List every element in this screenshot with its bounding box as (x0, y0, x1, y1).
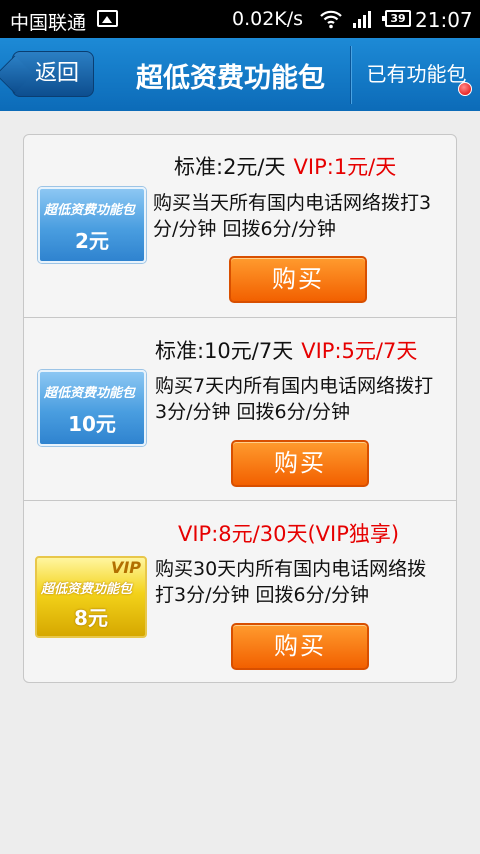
standard-price: 标准:10元/7天 (155, 339, 294, 363)
carrier-name: 中国联通 (10, 12, 87, 34)
buy-button[interactable]: 购买 (231, 623, 369, 670)
vip-price: VIP:8元/30天(VIP独享) (178, 522, 400, 546)
network-speed: 0.02K/s (232, 8, 304, 30)
vip-price: VIP:1元/天 (293, 155, 397, 179)
package-card-image: 超低资费功能包 10元 (38, 370, 146, 446)
vip-price: VIP:5元/7天 (301, 339, 418, 363)
card-value: 2元 (75, 229, 109, 253)
battery-icon: 39 (382, 10, 411, 27)
package-card-image: VIP 超低资费功能包 8元 (35, 556, 147, 638)
package-item: 标准:10元/7天 VIP:5元/7天 超低资费功能包 10元 购买7天内所有国内… (24, 317, 456, 500)
page-title: 超低资费功能包 (136, 63, 325, 94)
package-card-image: 超低资费功能包 2元 (38, 187, 146, 263)
package-price: 标准:2元/天 VIP:1元/天 (174, 151, 396, 181)
package-item: VIP:8元/30天(VIP独享) VIP 超低资费功能包 8元 购买30天内所… (24, 500, 456, 682)
card-value: 8元 (74, 606, 108, 630)
back-button-label: 返回 (34, 61, 79, 86)
image-notification-icon (97, 10, 118, 27)
package-description: 购买7天内所有国内电话网络拨打3分/分钟 回拨6分/分钟 (155, 375, 434, 423)
package-description: 购买当天所有国内电话网络拨打3分/分钟 回拨6分/分钟 (153, 192, 432, 240)
card-value: 10元 (68, 412, 116, 436)
card-title: 超低资费功能包 (44, 386, 136, 401)
back-button[interactable]: 返回 (12, 51, 94, 97)
package-price: 标准:10元/7天 VIP:5元/7天 (155, 335, 417, 365)
card-title: 超低资费功能包 (41, 582, 133, 597)
owned-packages-button[interactable]: 已有功能包 (353, 38, 480, 111)
clock: 21:07 (415, 8, 473, 32)
status-bar: 中国联通 0.02K/s 39 21:07 (0, 0, 480, 38)
package-item: 标准:2元/天 VIP:1元/天 超低资费功能包 2元 购买当天所有国内电话网络拨… (24, 135, 456, 317)
notification-dot-icon (458, 82, 472, 96)
header-divider (350, 46, 352, 104)
standard-price: 标准:2元/天 (174, 155, 286, 179)
package-list: 标准:2元/天 VIP:1元/天 超低资费功能包 2元 购买当天所有国内电话网络拨… (23, 134, 457, 683)
wifi-icon (320, 10, 342, 29)
buy-button[interactable]: 购买 (229, 256, 367, 303)
signal-icon (353, 11, 371, 28)
card-title: 超低资费功能包 (44, 203, 136, 218)
buy-button[interactable]: 购买 (231, 440, 369, 487)
package-description: 购买30天内所有国内电话网络拨打3分/分钟 回拨6分/分钟 (155, 558, 427, 606)
title-bar: 返回 超低资费功能包 已有功能包 (0, 38, 480, 111)
card-vip-badge: VIP (110, 558, 141, 577)
